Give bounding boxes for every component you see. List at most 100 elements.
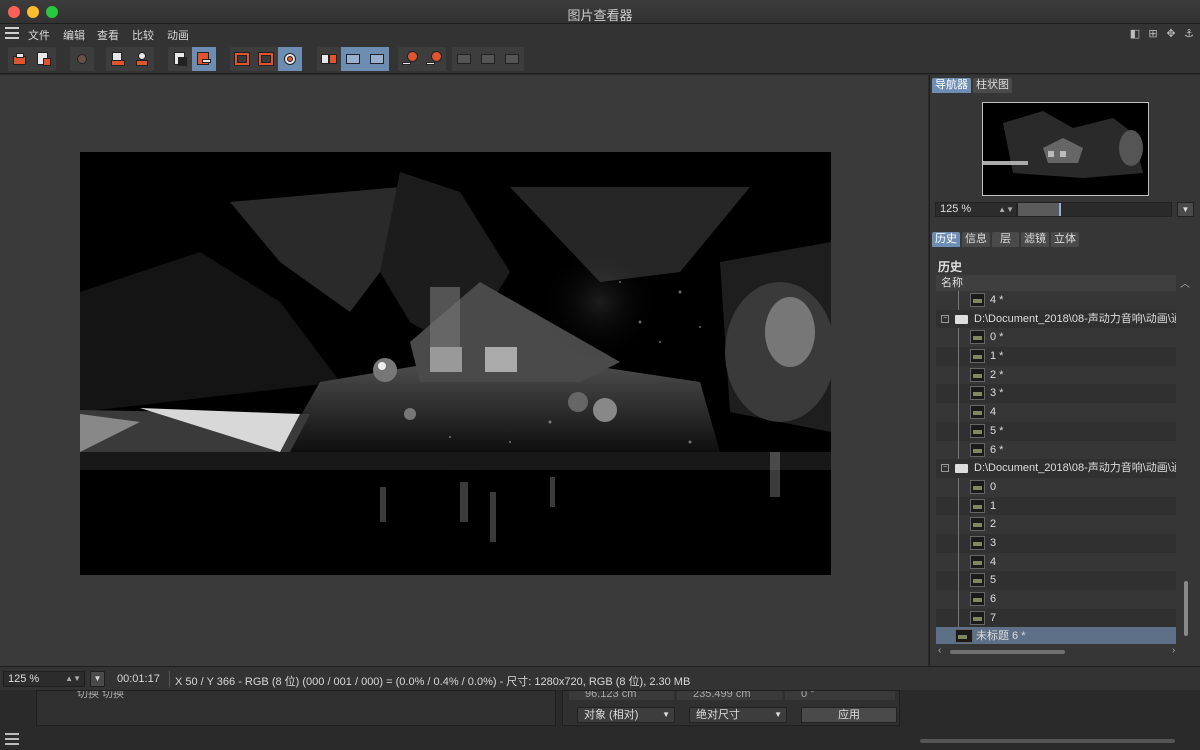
status-zoom-dropdown[interactable]: ▼: [90, 671, 105, 687]
compare-split-button[interactable]: [341, 47, 365, 71]
tab-navigator[interactable]: 导航器: [932, 78, 971, 93]
bg-z-field-2[interactable]: 235.499 cm: [677, 691, 782, 700]
history-item-row[interactable]: 5: [936, 571, 1176, 590]
save-button[interactable]: [32, 47, 56, 71]
tab-filters[interactable]: 滤镜: [1021, 232, 1049, 247]
view-single-button[interactable]: [230, 47, 254, 71]
zoom-slider-knob[interactable]: [1059, 203, 1062, 216]
set-a-button[interactable]: [398, 47, 422, 71]
title-bar: 图片查看器: [0, 0, 1200, 24]
history-vertical-scrollbar[interactable]: [1182, 291, 1190, 641]
scroll-right-icon[interactable]: ›: [1172, 645, 1175, 656]
view-eye-button[interactable]: [278, 47, 302, 71]
spinner-icon[interactable]: ▲▼: [998, 203, 1014, 216]
history-item-label: 未标题 6 *: [976, 630, 1026, 643]
compare-side-button[interactable]: [476, 47, 500, 71]
history-item-row[interactable]: 1 *: [936, 347, 1176, 366]
tab-info[interactable]: 信息: [962, 232, 990, 247]
tree-line: [958, 608, 959, 628]
bg-coordinate-panel: 96.123 cm 235.499 cm 0 ° 对象 (相对) ▼ 绝对尺寸 ▼ …: [562, 690, 900, 726]
tree-line: [958, 440, 959, 460]
frame-thumbnail-icon: [970, 367, 985, 382]
history-scroll-thumb[interactable]: [1184, 581, 1188, 636]
swap-ab-button[interactable]: [452, 47, 476, 71]
history-horizontal-scrollbar[interactable]: ‹ ›: [938, 645, 1178, 657]
sort-chevron-up-icon[interactable]: ︿: [1180, 275, 1190, 290]
tab-histogram[interactable]: 柱状图: [973, 78, 1012, 93]
tab-layers[interactable]: 层: [992, 232, 1019, 247]
open-button[interactable]: [8, 47, 32, 71]
toolbar-group-clear: [168, 47, 216, 71]
export-button[interactable]: [106, 47, 130, 71]
bg-z-field-1[interactable]: 96.123 cm: [569, 691, 674, 700]
history-item-row[interactable]: 6: [936, 590, 1176, 609]
history-item-row[interactable]: 0 *: [936, 328, 1176, 348]
menu-edit[interactable]: 编辑: [63, 27, 85, 43]
history-item-label: 2 *: [990, 368, 1004, 381]
compare-mask-button[interactable]: [500, 47, 524, 71]
side-by-side-icon: [480, 51, 496, 67]
anchor-icon[interactable]: ⚓: [1182, 27, 1196, 41]
window-title: 图片查看器: [567, 8, 633, 23]
menu-file[interactable]: 文件: [28, 27, 50, 43]
hamburger-menu-icon[interactable]: [5, 27, 19, 40]
history-folder-row[interactable]: − D:\Document_2018\08-声动力音响\动画\通: [936, 309, 1176, 329]
menu-animation[interactable]: 动画: [167, 27, 189, 43]
history-item-row[interactable]: 2: [936, 515, 1176, 534]
bg-size-select[interactable]: 绝对尺寸 ▼: [689, 707, 787, 723]
status-zoom-field[interactable]: 125 % ▲▼: [3, 671, 85, 687]
history-item-label: 4 *: [990, 294, 1004, 306]
history-hscroll-thumb[interactable]: [950, 650, 1065, 654]
stop-render-button[interactable]: [70, 47, 94, 71]
move-icon[interactable]: ✥: [1164, 27, 1178, 41]
menu-view[interactable]: 查看: [97, 27, 119, 43]
tree-line: [958, 347, 959, 366]
history-item-row[interactable]: 3: [936, 533, 1176, 553]
clear-history-button[interactable]: [168, 47, 192, 71]
frame-thumbnail-icon: [970, 554, 985, 569]
new-panel-icon[interactable]: ⊞: [1146, 27, 1160, 41]
history-item-row[interactable]: 3 *: [936, 384, 1176, 404]
toolbar-group-file: [8, 47, 56, 71]
history-item-row[interactable]: 未标题 6 *: [936, 627, 1176, 644]
bg-apply-button[interactable]: 应用: [801, 707, 897, 723]
history-item-row[interactable]: 2 *: [936, 365, 1176, 385]
bg-tab-labels[interactable]: 切换 切换: [77, 691, 124, 699]
status-spinner-icon[interactable]: ▲▼: [65, 672, 81, 686]
bg-scrollbar[interactable]: [920, 739, 1175, 743]
history-item-label: 0 *: [990, 331, 1004, 344]
history-item-row[interactable]: 5 *: [936, 421, 1176, 441]
compare-diff-button[interactable]: [365, 47, 389, 71]
render-settings-button[interactable]: [130, 47, 154, 71]
history-item-row[interactable]: 1: [936, 496, 1176, 516]
frame-thumbnail-icon: [970, 386, 985, 401]
set-b-button[interactable]: [422, 47, 446, 71]
scroll-left-icon[interactable]: ‹: [938, 645, 941, 656]
navigator-thumbnail[interactable]: [982, 102, 1149, 196]
history-item-row[interactable]: 4: [936, 403, 1176, 422]
navigator-zoom-dropdown[interactable]: ▼: [1177, 202, 1194, 217]
history-item-row[interactable]: 4 *: [936, 291, 1176, 310]
menu-compare[interactable]: 比较: [132, 27, 154, 43]
image-viewport[interactable]: [0, 75, 928, 666]
bg-hamburger-icon[interactable]: [5, 733, 19, 745]
navigator-zoom-slider[interactable]: [1017, 202, 1172, 217]
panel-toggle-icon[interactable]: ◧: [1128, 27, 1142, 41]
tab-history[interactable]: 历史: [932, 232, 960, 247]
history-item-row[interactable]: 6 *: [936, 440, 1176, 460]
delete-render-button[interactable]: [192, 47, 216, 71]
history-item-row[interactable]: 7: [936, 608, 1176, 628]
navigator-zoom-field[interactable]: 125 % ▲▼: [935, 202, 1017, 217]
history-folder-row[interactable]: − D:\Document_2018\08-声动力音响\动画\通: [936, 459, 1176, 478]
collapse-icon[interactable]: −: [941, 464, 949, 473]
info-tabs: 历史 信息 层 滤镜 立体: [932, 232, 1079, 247]
bg-b-field[interactable]: 0 °: [785, 691, 895, 700]
history-item-row[interactable]: 4: [936, 552, 1176, 572]
history-item-row[interactable]: 0: [936, 477, 1176, 497]
collapse-icon[interactable]: −: [941, 314, 949, 323]
bg-object-select[interactable]: 对象 (相对) ▼: [577, 707, 675, 723]
name-column-header[interactable]: 名称: [936, 275, 1176, 291]
view-overlay-button[interactable]: [254, 47, 278, 71]
compare-ab-button[interactable]: [317, 47, 341, 71]
tab-stereo[interactable]: 立体: [1051, 232, 1079, 247]
